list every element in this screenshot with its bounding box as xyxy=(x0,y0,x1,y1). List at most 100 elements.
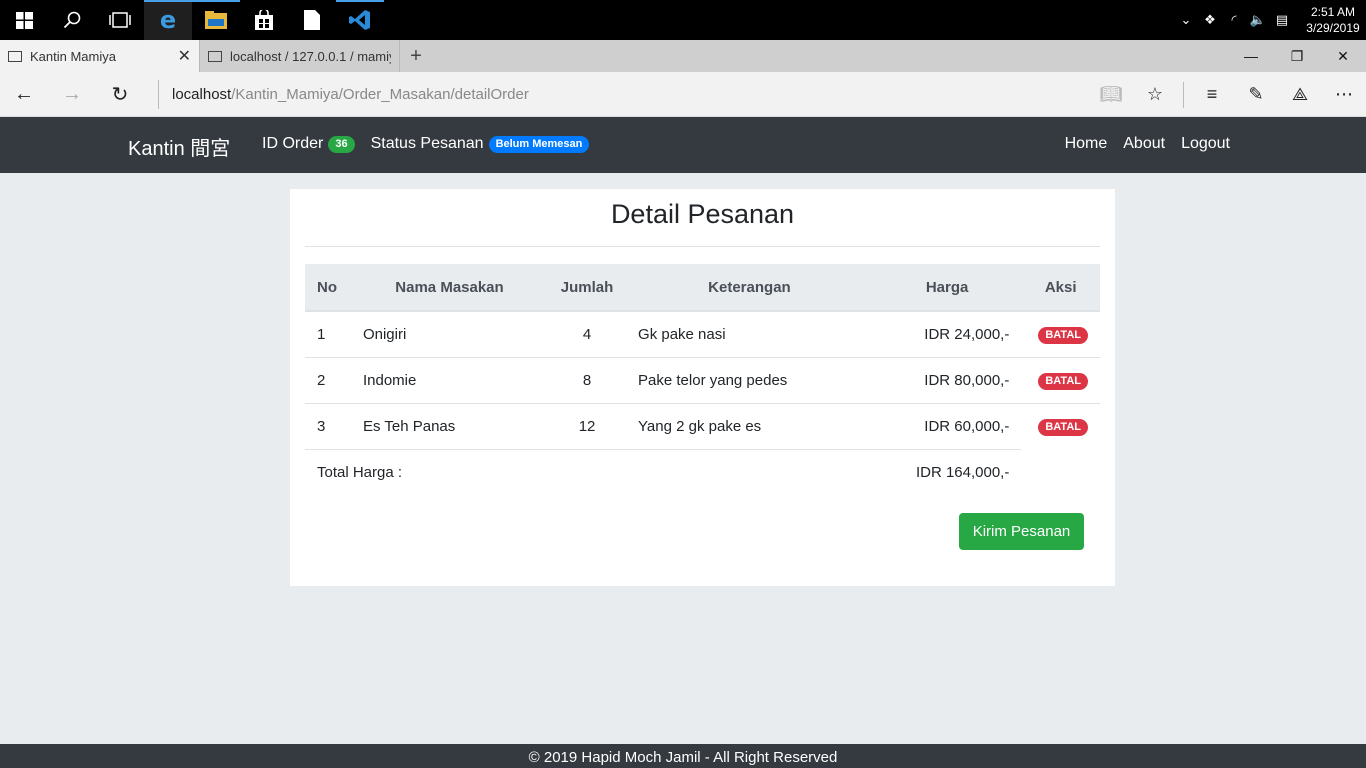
page-icon xyxy=(208,50,222,62)
cell-harga: IDR 80,000,- xyxy=(872,356,1022,403)
table-row: 1 Onigiri 4 Gk pake nasi IDR 24,000,- BA… xyxy=(305,310,1100,357)
clock-date: 3/29/2019 xyxy=(1306,21,1360,35)
column-header-nama: Nama Masakan xyxy=(350,264,549,312)
column-header-aksi: Aksi xyxy=(1021,264,1100,312)
footer: © 2019 Hapid Moch Jamil - All Right Rese… xyxy=(0,744,1366,768)
total-empty-cell xyxy=(1021,449,1100,495)
task-view-icon[interactable] xyxy=(96,0,144,40)
nav-links: Home About Logout xyxy=(1049,135,1230,153)
column-header-keterangan: Keterangan xyxy=(626,264,873,312)
site-navbar: Kantin 間宮 ID Order 36 Status Pesanan Bel… xyxy=(0,117,1366,173)
order-detail-card: Detail Pesanan No Nama Masakan Jumlah Ke… xyxy=(290,189,1115,586)
close-window-icon[interactable]: ✕ xyxy=(1320,40,1366,72)
cancel-badge-button[interactable]: BATAL xyxy=(1038,372,1088,390)
table-header-row: No Nama Masakan Jumlah Keterangan Harga … xyxy=(305,264,1100,312)
cell-aksi: BATAL xyxy=(1021,356,1100,403)
refresh-icon[interactable]: ↻ xyxy=(96,72,144,117)
browser-tab-kantin[interactable]: Kantin Mamiya ✕ xyxy=(0,40,200,72)
restore-icon[interactable]: ❐ xyxy=(1274,40,1320,72)
clock-time: 2:51 AM xyxy=(1310,5,1356,19)
cell-no: 3 xyxy=(305,402,351,449)
cell-jumlah: 4 xyxy=(548,310,627,357)
reading-view-icon[interactable]: 📖︎ xyxy=(1089,72,1133,117)
page-icon xyxy=(8,50,22,62)
page-title: Detail Pesanan xyxy=(610,199,795,229)
store-icon[interactable] xyxy=(240,0,288,40)
address-toolbar: ← → ↻ localhost/Kantin_Mamiya/Order_Masa… xyxy=(0,72,1366,117)
cell-no: 1 xyxy=(305,310,351,357)
more-icon[interactable]: ⋯ xyxy=(1322,72,1366,117)
share-icon[interactable]: ⟁ xyxy=(1278,72,1322,117)
cell-harga: IDR 60,000,- xyxy=(872,402,1022,449)
vscode-icon[interactable] xyxy=(336,0,384,40)
dropbox-icon[interactable]: ❖ xyxy=(1198,0,1222,40)
nav-about-link[interactable]: About xyxy=(1123,135,1165,153)
address-bar[interactable]: localhost/Kantin_Mamiya/Order_Masakan/de… xyxy=(158,80,1088,109)
document-icon[interactable] xyxy=(288,0,336,40)
cell-nama: Indomie xyxy=(350,356,549,403)
windows-taskbar: e ⌄ ❖ ◜ 🔈 ▤ 2:51 AM 3/29/2019 xyxy=(0,0,1366,40)
cell-nama: Es Teh Panas xyxy=(350,402,549,449)
system-tray: ⌄ ❖ ◜ 🔈 ▤ 2:51 AM 3/29/2019 xyxy=(1174,0,1366,40)
nav-logout-link[interactable]: Logout xyxy=(1181,135,1230,153)
edge-icon[interactable]: e xyxy=(144,0,192,40)
back-arrow-icon[interactable]: ← xyxy=(0,72,48,117)
cancel-badge-button[interactable]: BATAL xyxy=(1038,418,1088,436)
tab-title: localhost / 127.0.0.1 / mamiya xyxy=(230,48,391,64)
total-value: IDR 164,000,- xyxy=(872,448,1022,495)
minimize-icon[interactable]: — xyxy=(1228,40,1274,72)
id-order-item: ID Order 36 xyxy=(262,135,355,153)
order-table: No Nama Masakan Jumlah Keterangan Harga … xyxy=(305,264,1100,495)
status-badge: Belum Memesan xyxy=(488,135,590,153)
cell-jumlah: 8 xyxy=(548,356,627,403)
status-label: Status Pesanan xyxy=(370,135,484,152)
order-info: ID Order 36 Status Pesanan Belum Memesan xyxy=(262,135,605,153)
cell-aksi: BATAL xyxy=(1021,402,1100,449)
cancel-badge-button[interactable]: BATAL xyxy=(1038,326,1088,344)
status-item: Status Pesanan Belum Memesan xyxy=(371,135,590,153)
column-header-no: No xyxy=(305,264,351,312)
cell-no: 2 xyxy=(305,356,351,403)
toolbar-divider xyxy=(1183,81,1184,108)
windows-start-icon[interactable] xyxy=(0,0,48,40)
window-controls: — ❐ ✕ xyxy=(1228,40,1366,72)
tab-title: Kantin Mamiya xyxy=(30,48,116,64)
web-note-icon[interactable]: ✎ xyxy=(1234,72,1278,117)
id-order-badge: 36 xyxy=(328,135,355,153)
hub-icon[interactable]: ≡ xyxy=(1190,72,1234,117)
table-row: 2 Indomie 8 Pake telor yang pedes IDR 80… xyxy=(305,356,1100,403)
volume-icon[interactable]: 🔈 xyxy=(1246,0,1270,40)
cell-nama: Onigiri xyxy=(350,310,549,357)
wifi-icon[interactable]: ◜ xyxy=(1222,0,1246,40)
brand-link[interactable]: Kantin 間宮 xyxy=(128,132,230,161)
table-row: 3 Es Teh Panas 12 Yang 2 gk pake es IDR … xyxy=(305,402,1100,449)
url-host: localhost xyxy=(172,86,232,103)
total-label: Total Harga : xyxy=(305,448,873,495)
new-tab-icon[interactable]: + xyxy=(400,40,432,72)
browser-tools: 📖︎ ☆ ≡ ✎ ⟁ ⋯ xyxy=(1089,72,1366,117)
search-icon[interactable] xyxy=(48,0,96,40)
cell-keterangan: Gk pake nasi xyxy=(626,310,873,357)
url-path: /Kantin_Mamiya/Order_Masakan/detailOrder xyxy=(231,86,529,103)
id-order-label: ID Order xyxy=(262,135,324,152)
notification-icon[interactable]: ▤ xyxy=(1270,0,1294,40)
title-divider xyxy=(305,246,1100,247)
total-row: Total Harga : IDR 164,000,- xyxy=(305,448,1100,495)
nav-home-link[interactable]: Home xyxy=(1065,135,1108,153)
cell-keterangan: Pake telor yang pedes xyxy=(626,356,873,403)
cell-aksi: BATAL xyxy=(1021,310,1100,357)
cell-keterangan: Yang 2 gk pake es xyxy=(626,402,873,449)
forward-arrow-icon[interactable]: → xyxy=(48,72,96,117)
column-header-harga: Harga xyxy=(872,264,1022,312)
chevron-up-icon[interactable]: ⌄ xyxy=(1174,0,1198,40)
favorite-star-icon[interactable]: ☆ xyxy=(1133,72,1177,117)
browser-tab-phpmyadmin[interactable]: localhost / 127.0.0.1 / mamiya xyxy=(200,40,400,72)
close-tab-icon[interactable]: ✕ xyxy=(178,46,191,66)
column-header-jumlah: Jumlah xyxy=(548,264,627,312)
clock[interactable]: 2:51 AM 3/29/2019 xyxy=(1300,4,1366,36)
cell-harga: IDR 24,000,- xyxy=(872,310,1022,357)
file-explorer-icon[interactable] xyxy=(192,0,240,40)
cell-jumlah: 12 xyxy=(548,402,627,449)
browser-tab-strip: Kantin Mamiya ✕ localhost / 127.0.0.1 / … xyxy=(0,40,1366,72)
send-order-button[interactable]: Kirim Pesanan xyxy=(959,513,1084,550)
